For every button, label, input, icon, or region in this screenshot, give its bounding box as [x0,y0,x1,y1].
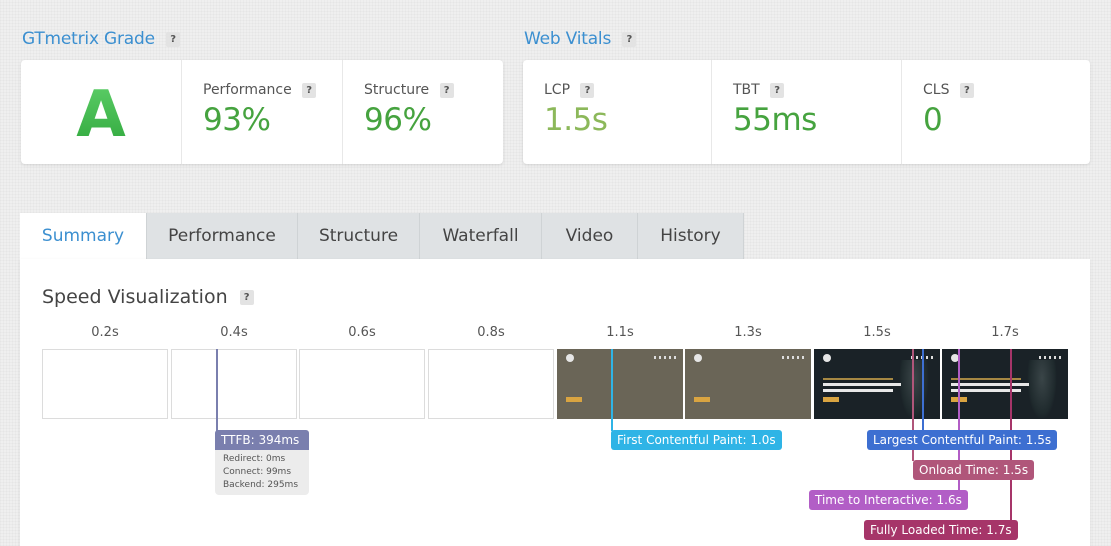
tab-history[interactable]: History [638,213,744,260]
hero-figure-image [899,360,929,418]
ttfb-details: Redirect: 0ms Connect: 99ms Backend: 295… [215,450,309,495]
performance-value: 93% [203,102,271,138]
frame-time-label: 0.4s [220,325,248,340]
site-logo-icon [566,354,574,362]
tbt-label: TBT [733,82,760,98]
help-icon[interactable]: ? [166,31,181,47]
grade-cell: A [21,60,182,164]
hero-heading-thumbnail [823,389,893,392]
frame-time-label: 0.8s [477,325,505,340]
hero-heading-thumbnail [951,383,1029,386]
filmstrip-frame[interactable] [171,349,297,419]
help-icon[interactable]: ? [580,82,595,98]
report-tabs: Summary Performance Structure Waterfall … [20,213,744,260]
structure-value: 96% [364,102,432,138]
web-vitals-title: Web Vitals ? [524,29,637,49]
gtmetrix-grade-card: A Performance ? 93% Structure ? 96% [21,60,503,164]
gtmetrix-grade-title-text: GTmetrix Grade [22,29,155,49]
cls-value: 0 [923,102,943,138]
help-icon[interactable]: ? [959,82,974,98]
structure-cell: Structure ? 96% [343,60,503,164]
help-icon[interactable]: ? [239,290,254,305]
cta-thumbnail [566,397,582,402]
help-icon[interactable]: ? [622,31,637,47]
structure-label-row: Structure ? [364,82,454,98]
ttfb-marker-line [216,349,218,431]
frame-time-label: 0.6s [348,325,376,340]
summary-panel: Speed Visualization ? 0.2s 0.4s 0.6s 0.8… [20,259,1090,546]
lcp-cell: LCP ? 1.5s [523,60,712,164]
frame-time-label: 0.2s [91,325,119,340]
help-icon[interactable]: ? [439,82,454,98]
fcp-tag: First Contentful Paint: 1.0s [611,430,782,450]
tti-tag: Time to Interactive: 1.6s [809,490,968,510]
filmstrip-frame[interactable] [428,349,554,419]
performance-label: Performance [203,82,292,98]
filmstrip-frame[interactable] [942,349,1068,419]
tab-structure[interactable]: Structure [298,213,420,260]
cls-cell: CLS ? 0 [902,60,1090,164]
filmstrip-frame[interactable] [42,349,168,419]
ttfb-backend: Backend: 295ms [223,480,299,490]
tbt-label-row: TBT ? [733,82,785,98]
ttfb-tag: TTFB: 394ms [215,430,309,450]
speed-visualization-title: Speed Visualization ? [42,286,254,308]
frame-time-label: 1.1s [606,325,634,340]
help-icon[interactable]: ? [770,82,785,98]
tab-performance[interactable]: Performance [147,213,298,260]
nav-dots-icon [654,356,676,359]
cta-thumbnail [694,397,710,402]
fully-loaded-tag: Fully Loaded Time: 1.7s [864,520,1018,540]
grade-letter: A [21,78,181,152]
onload-tag: Onload Time: 1.5s [913,460,1035,480]
nav-dots-icon [782,356,804,359]
web-vitals-card: LCP ? 1.5s TBT ? 55ms CLS ? 0 [523,60,1090,164]
lcp-marker-line [922,349,924,431]
frame-time-label: 1.5s [863,325,891,340]
tbt-value: 55ms [733,102,817,138]
hero-figure-image [1027,360,1057,418]
tbt-cell: TBT ? 55ms [712,60,902,164]
web-vitals-title-text: Web Vitals [524,29,612,49]
fcp-marker-line [611,349,613,431]
lcp-label: LCP [544,82,571,98]
filmstrip-frame[interactable] [557,349,683,419]
tab-video[interactable]: Video [542,213,638,260]
performance-label-row: Performance ? [203,82,317,98]
ttfb-connect: Connect: 99ms [223,467,292,477]
filmstrip-frame[interactable] [299,349,425,419]
cls-label: CLS [923,82,950,98]
speed-visualization-title-text: Speed Visualization [42,286,228,308]
lcp-value: 1.5s [544,102,608,138]
lcp-label-row: LCP ? [544,82,595,98]
site-logo-icon [694,354,702,362]
gtmetrix-grade-title: GTmetrix Grade ? [22,29,181,49]
cta-thumbnail [823,397,839,402]
filmstrip-frame[interactable] [685,349,811,419]
lcp-tag: Largest Contentful Paint: 1.5s [867,430,1058,450]
structure-label: Structure [364,82,430,98]
tab-summary[interactable]: Summary [20,213,147,260]
frame-time-label: 1.3s [734,325,762,340]
hero-eyebrow-thumbnail [823,378,893,380]
hero-heading-thumbnail [823,383,901,386]
nav-dots-icon [1039,356,1061,359]
help-icon[interactable]: ? [302,82,317,98]
ttfb-redirect: Redirect: 0ms [223,454,286,464]
site-logo-icon [823,354,831,362]
frame-time-label: 1.7s [991,325,1019,340]
performance-cell: Performance ? 93% [182,60,343,164]
tab-waterfall[interactable]: Waterfall [420,213,542,260]
cls-label-row: CLS ? [923,82,974,98]
